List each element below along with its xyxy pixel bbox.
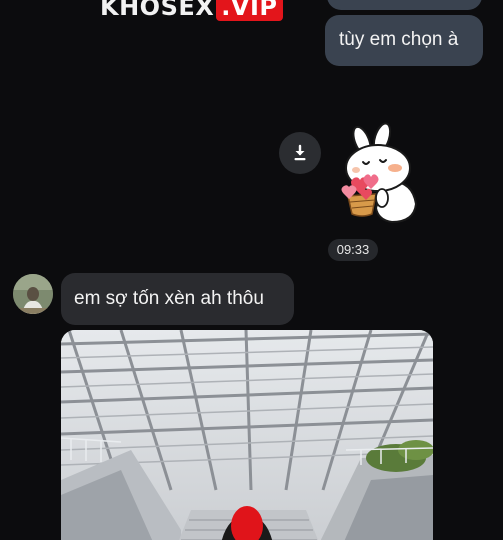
avatar-photo-icon (13, 274, 53, 314)
watermark-right: .VIP (216, 0, 283, 21)
incoming-message[interactable]: em sợ tốn xèn ah thôu (61, 273, 294, 325)
outgoing-message[interactable]: tùy em chọn à (325, 15, 483, 66)
shared-photo[interactable] (61, 330, 433, 540)
watermark-logo: KHOSEX .VIP (100, 0, 283, 24)
contact-avatar[interactable] (13, 274, 53, 314)
incoming-message-text: em sợ tốn xèn ah thôu (74, 288, 264, 309)
download-icon (294, 144, 306, 161)
outgoing-message-text: tùy em chọn à (339, 29, 459, 50)
photo-stairway-image (61, 330, 433, 540)
outgoing-message-previous[interactable] (327, 0, 482, 10)
download-button[interactable] (279, 132, 321, 174)
message-time: 09:33 (328, 239, 378, 261)
rabbit-sticker-icon[interactable] (336, 122, 426, 228)
watermark-left: KHOSEX (100, 0, 215, 21)
chat-screen: KHOSEX .VIP tùy em chọn à 09:33 em sợ tố… (0, 0, 503, 540)
